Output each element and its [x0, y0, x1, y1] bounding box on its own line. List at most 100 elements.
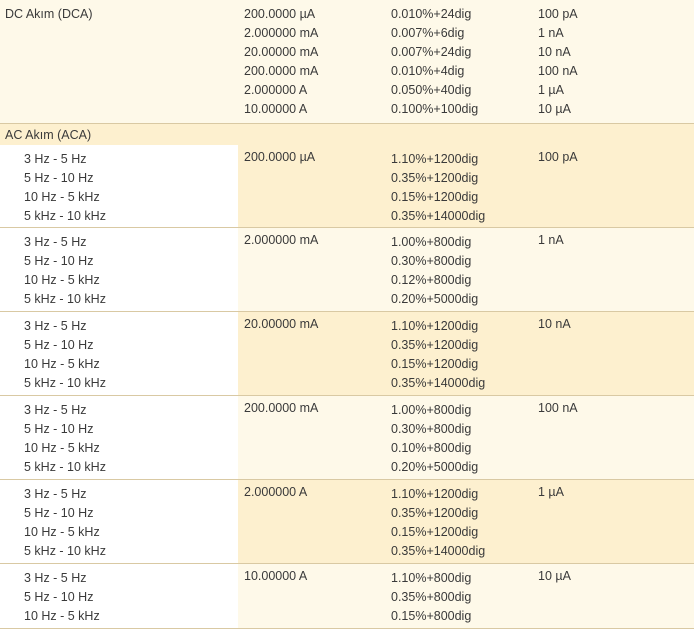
accuracy-value: 0.10%+800dig: [391, 441, 472, 455]
resolution-value: 1 nA: [538, 26, 564, 40]
range-value: 200.0000 µA: [244, 150, 316, 164]
range-value: 2.000000 mA: [244, 233, 319, 247]
frequency-cell: 3 Hz - 5 Hz 5 Hz - 10 Hz 10 Hz - 5 kHz 5…: [0, 396, 238, 479]
frequency-band: 5 kHz - 10 kHz: [24, 292, 106, 306]
dc-range-column: 200.0000 µA 2.000000 mA 20.00000 mA 200.…: [244, 5, 318, 119]
frequency-band: 5 kHz - 10 kHz: [24, 544, 106, 558]
resolution-value: 1 µA: [538, 485, 564, 499]
dc-current-label: DC Akım (DCA): [5, 5, 93, 24]
ac-current-block-2: 3 Hz - 5 Hz 5 Hz - 10 Hz 10 Hz - 5 kHz 5…: [0, 228, 694, 312]
ac-current-block-4: 3 Hz - 5 Hz 5 Hz - 10 Hz 10 Hz - 5 kHz 5…: [0, 396, 694, 480]
accuracy-value: 0.010%+4dig: [391, 64, 465, 78]
frequency-band: 3 Hz - 5 Hz: [24, 319, 87, 333]
accuracy-value: 1.10%+1200dig: [391, 487, 479, 501]
frequency-band: 5 Hz - 10 Hz: [24, 171, 94, 185]
resolution-value: 10 µA: [538, 569, 571, 583]
accuracy-value: 0.20%+5000dig: [391, 292, 479, 306]
frequency-band: 5 kHz - 10 kHz: [24, 376, 106, 390]
dc-current-block: DC Akım (DCA) 200.0000 µA 2.000000 mA 20…: [0, 0, 694, 124]
resolution-value: 1 nA: [538, 233, 564, 247]
accuracy-value: 0.100%+100dig: [391, 102, 479, 116]
ac-accuracy-column: 1.00%+800dig 0.30%+800dig 0.12%+800dig 0…: [391, 233, 478, 309]
accuracy-value: 0.007%+6dig: [391, 26, 465, 40]
frequency-band: 5 Hz - 10 Hz: [24, 422, 94, 436]
range-value: 200.0000 mA: [244, 401, 319, 415]
frequency-cell: 3 Hz - 5 Hz 5 Hz - 10 Hz 10 Hz - 5 kHz 5…: [0, 480, 238, 563]
range-value: 2.000000 A: [244, 83, 308, 97]
accuracy-value: 0.010%+24dig: [391, 7, 472, 21]
frequency-band: 10 Hz - 5 kHz: [24, 190, 100, 204]
resolution-value: 10 nA: [538, 45, 571, 59]
accuracy-value: 1.00%+800dig: [391, 235, 472, 249]
range-value: 200.0000 mA: [244, 64, 319, 78]
frequency-band: 5 Hz - 10 Hz: [24, 506, 94, 520]
accuracy-value: 0.15%+1200dig: [391, 357, 479, 371]
dc-accuracy-column: 0.010%+24dig 0.007%+6dig 0.007%+24dig 0.…: [391, 5, 478, 119]
accuracy-value: 0.35%+14000dig: [391, 376, 486, 390]
accuracy-value: 1.10%+1200dig: [391, 152, 479, 166]
accuracy-value: 0.050%+40dig: [391, 83, 472, 97]
accuracy-value: 0.35%+14000dig: [391, 209, 486, 223]
accuracy-value: 0.15%+1200dig: [391, 190, 479, 204]
accuracy-value: 0.35%+1200dig: [391, 338, 479, 352]
current-spec-table: DC Akım (DCA) 200.0000 µA 2.000000 mA 20…: [0, 0, 694, 629]
range-value: 10.00000 A: [244, 102, 308, 116]
accuracy-value: 1.10%+800dig: [391, 571, 472, 585]
accuracy-value: 0.20%+5000dig: [391, 460, 479, 474]
frequency-band: 10 Hz - 5 kHz: [24, 273, 100, 287]
accuracy-value: 0.12%+800dig: [391, 273, 472, 287]
accuracy-value: 0.15%+1200dig: [391, 525, 479, 539]
resolution-value: 100 pA: [538, 7, 578, 21]
frequency-band: 3 Hz - 5 Hz: [24, 571, 87, 585]
frequency-cell: 3 Hz - 5 Hz 5 Hz - 10 Hz 10 Hz - 5 kHz: [0, 564, 238, 628]
ac-accuracy-column: 1.10%+1200dig 0.35%+1200dig 0.15%+1200di…: [391, 485, 485, 561]
accuracy-value: 0.35%+1200dig: [391, 506, 479, 520]
frequency-band: 5 Hz - 10 Hz: [24, 254, 94, 268]
frequency-band: 3 Hz - 5 Hz: [24, 152, 87, 166]
frequency-band: 3 Hz - 5 Hz: [24, 403, 87, 417]
frequency-band: 10 Hz - 5 kHz: [24, 609, 100, 623]
frequency-band: 3 Hz - 5 Hz: [24, 235, 87, 249]
accuracy-value: 0.30%+800dig: [391, 254, 472, 268]
frequency-band: 10 Hz - 5 kHz: [24, 525, 100, 539]
frequency-cell: 3 Hz - 5 Hz 5 Hz - 10 Hz 10 Hz - 5 kHz 5…: [0, 145, 238, 227]
accuracy-value: 0.30%+800dig: [391, 422, 472, 436]
frequency-band: 3 Hz - 5 Hz: [24, 487, 87, 501]
frequency-band: 5 Hz - 10 Hz: [24, 590, 94, 604]
resolution-value: 1 µA: [538, 83, 564, 97]
frequency-band: 5 kHz - 10 kHz: [24, 209, 106, 223]
range-value: 20.00000 mA: [244, 317, 319, 331]
resolution-value: 100 pA: [538, 150, 578, 164]
resolution-value: 10 nA: [538, 317, 571, 331]
frequency-band: 10 Hz - 5 kHz: [24, 357, 100, 371]
range-value: 2.000000 mA: [244, 26, 319, 40]
ac-current-label: AC Akım (ACA): [5, 128, 92, 142]
ac-accuracy-column: 1.10%+800dig 0.35%+800dig 0.15%+800dig: [391, 569, 471, 626]
range-value: 10.00000 A: [244, 569, 308, 583]
frequency-cell: 3 Hz - 5 Hz 5 Hz - 10 Hz 10 Hz - 5 kHz 5…: [0, 312, 238, 395]
accuracy-value: 0.007%+24dig: [391, 45, 472, 59]
accuracy-value: 0.35%+1200dig: [391, 171, 479, 185]
frequency-cell: 3 Hz - 5 Hz 5 Hz - 10 Hz 10 Hz - 5 kHz 5…: [0, 228, 238, 311]
ac-accuracy-column: 1.10%+1200dig 0.35%+1200dig 0.15%+1200di…: [391, 317, 485, 393]
ac-current-block-1: AC Akım (ACA) 3 Hz - 5 Hz 5 Hz - 10 Hz 1…: [0, 124, 694, 228]
resolution-value: 100 nA: [538, 64, 578, 78]
resolution-value: 100 nA: [538, 401, 578, 415]
section-label: DC Akım (DCA): [5, 7, 93, 21]
frequency-band: 5 kHz - 10 kHz: [24, 460, 106, 474]
ac-current-block-3: 3 Hz - 5 Hz 5 Hz - 10 Hz 10 Hz - 5 kHz 5…: [0, 312, 694, 396]
ac-current-block-5: 3 Hz - 5 Hz 5 Hz - 10 Hz 10 Hz - 5 kHz 5…: [0, 480, 694, 564]
accuracy-value: 1.10%+1200dig: [391, 319, 479, 333]
resolution-value: 10 µA: [538, 102, 571, 116]
accuracy-value: 1.00%+800dig: [391, 403, 472, 417]
frequency-band: 5 Hz - 10 Hz: [24, 338, 94, 352]
frequency-band: 10 Hz - 5 kHz: [24, 441, 100, 455]
range-value: 20.00000 mA: [244, 45, 319, 59]
range-value: 200.0000 µA: [244, 7, 316, 21]
range-value: 2.000000 A: [244, 485, 308, 499]
accuracy-value: 0.15%+800dig: [391, 609, 472, 623]
accuracy-value: 0.35%+14000dig: [391, 544, 486, 558]
dc-resolution-column: 100 pA 1 nA 10 nA 100 nA 1 µA 10 µA: [538, 5, 578, 119]
ac-current-block-6: 3 Hz - 5 Hz 5 Hz - 10 Hz 10 Hz - 5 kHz 1…: [0, 564, 694, 629]
accuracy-value: 0.35%+800dig: [391, 590, 472, 604]
